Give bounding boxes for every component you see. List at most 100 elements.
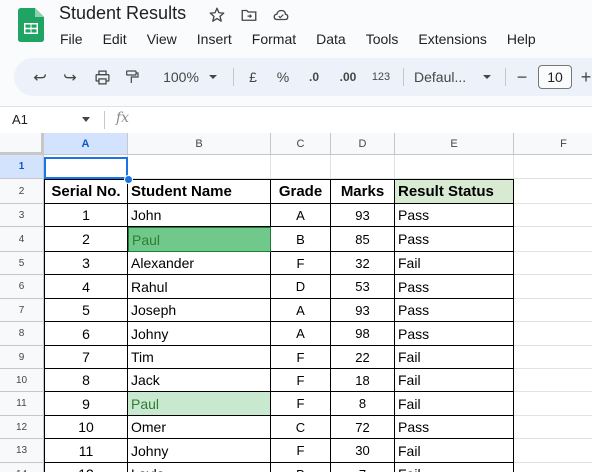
row-header-5[interactable]: 5	[0, 252, 44, 275]
cell-e1[interactable]	[395, 155, 514, 179]
row-header-1[interactable]: 1	[0, 155, 44, 179]
row-header-2[interactable]: 2	[0, 179, 44, 204]
row-header-8[interactable]: 8	[0, 322, 44, 346]
cell-serial[interactable]: 2	[44, 227, 128, 252]
cell-d1[interactable]	[331, 155, 395, 179]
currency-button[interactable]: £	[242, 58, 264, 96]
cell-grade[interactable]: C	[271, 416, 331, 439]
increase-decimal-button[interactable]: .00	[334, 58, 362, 96]
menu-help[interactable]: Help	[497, 30, 546, 48]
row-header-11[interactable]: 11	[0, 392, 44, 416]
menu-extensions[interactable]: Extensions	[408, 30, 496, 48]
cell-result-status[interactable]: Fail	[395, 369, 514, 392]
cell-marks[interactable]: 72	[331, 416, 395, 439]
cell-serial[interactable]: 12	[44, 463, 128, 472]
cell-result-status[interactable]: Fail	[395, 463, 514, 472]
cell-f6[interactable]	[514, 275, 592, 299]
cell-student-name[interactable]: Jack	[128, 369, 271, 392]
cell-serial[interactable]: 9	[44, 392, 128, 416]
paint-format-icon[interactable]	[120, 58, 144, 96]
cell-grade[interactable]: F	[271, 369, 331, 392]
cell-f3[interactable]	[514, 204, 592, 227]
column-header-a[interactable]: A	[44, 133, 128, 155]
cell-serial[interactable]: 1	[44, 204, 128, 227]
percent-button[interactable]: %	[272, 58, 294, 96]
menu-edit[interactable]: Edit	[93, 30, 137, 48]
cell-grade[interactable]: F	[271, 346, 331, 369]
cell-result-status[interactable]: Fail	[395, 346, 514, 369]
cell-marks[interactable]: 7	[331, 463, 395, 472]
cell-serial[interactable]: 3	[44, 252, 128, 275]
header-serial[interactable]: Serial No.	[44, 179, 128, 204]
cell-result-status[interactable]: Fail	[395, 252, 514, 275]
cell-grade[interactable]: B	[271, 463, 331, 472]
cell-f11[interactable]	[514, 392, 592, 416]
row-header-6[interactable]: 6	[0, 275, 44, 299]
cell-grade[interactable]: B	[271, 227, 331, 252]
move-folder-icon[interactable]	[239, 5, 259, 25]
star-icon[interactable]	[207, 5, 227, 25]
menu-tools[interactable]: Tools	[356, 30, 409, 48]
menu-insert[interactable]: Insert	[187, 30, 242, 48]
menu-data[interactable]: Data	[306, 30, 356, 48]
cell-result-status[interactable]: Pass	[395, 275, 514, 299]
column-header-d[interactable]: D	[331, 133, 395, 155]
cell-marks[interactable]: 8	[331, 392, 395, 416]
cell-f7[interactable]	[514, 299, 592, 322]
cell-student-name[interactable]: Johny	[128, 439, 271, 463]
cell-marks[interactable]: 22	[331, 346, 395, 369]
cell-grade[interactable]: F	[271, 439, 331, 463]
cell-student-name[interactable]: John	[128, 204, 271, 227]
cell-student-name[interactable]: Layla	[128, 463, 271, 472]
menu-format[interactable]: Format	[242, 30, 306, 48]
row-header-14[interactable]: 14	[0, 463, 44, 472]
cell-student-name[interactable]: Omer	[128, 416, 271, 439]
document-title[interactable]: Student Results	[59, 3, 186, 24]
header-student-name[interactable]: Student Name	[128, 179, 271, 204]
row-header-12[interactable]: 12	[0, 416, 44, 439]
cell-result-status[interactable]: Fail	[395, 439, 514, 463]
sheets-logo-icon[interactable]	[18, 8, 44, 42]
column-header-f[interactable]: F	[514, 133, 592, 155]
cell-student-name-duplicate[interactable]: Paul	[128, 227, 271, 252]
cell-result-status[interactable]: Pass	[395, 204, 514, 227]
cell-a1[interactable]	[44, 155, 128, 179]
cell-c1[interactable]	[271, 155, 331, 179]
header-result-status[interactable]: Result Status	[395, 179, 514, 204]
cell-f1[interactable]	[514, 155, 592, 179]
cell-marks[interactable]: 53	[331, 275, 395, 299]
cell-grade[interactable]: D	[271, 275, 331, 299]
chevron-down-icon[interactable]	[82, 117, 90, 122]
cell-marks[interactable]: 18	[331, 369, 395, 392]
name-box[interactable]: A1	[12, 112, 28, 127]
cell-student-name-duplicate[interactable]: Paul	[128, 392, 271, 416]
cell-result-status[interactable]: Fail	[395, 392, 514, 416]
row-header-3[interactable]: 3	[0, 204, 44, 227]
header-marks[interactable]: Marks	[331, 179, 395, 204]
cell-serial[interactable]: 10	[44, 416, 128, 439]
cell-f4[interactable]	[514, 227, 592, 252]
cloud-status-icon[interactable]	[271, 5, 291, 25]
cell-grade[interactable]: A	[271, 204, 331, 227]
column-header-e[interactable]: E	[395, 133, 514, 155]
cell-f9[interactable]	[514, 346, 592, 369]
cell-student-name[interactable]: Joseph	[128, 299, 271, 322]
cell-f5[interactable]	[514, 252, 592, 275]
row-header-10[interactable]: 10	[0, 369, 44, 392]
cell-serial[interactable]: 4	[44, 275, 128, 299]
cell-result-status[interactable]: Pass	[395, 299, 514, 322]
decrease-decimal-button[interactable]: .0	[302, 58, 326, 96]
cell-marks[interactable]: 30	[331, 439, 395, 463]
cell-f14[interactable]	[514, 463, 592, 472]
fill-handle[interactable]	[124, 175, 133, 184]
cell-grade[interactable]: F	[271, 392, 331, 416]
menu-file[interactable]: File	[50, 30, 93, 48]
cell-f13[interactable]	[514, 439, 592, 463]
number-format-button[interactable]: 123	[368, 58, 394, 96]
decrease-font-size-button[interactable]: −	[512, 58, 532, 96]
font-size-input[interactable]: 10	[538, 65, 572, 89]
print-icon[interactable]	[90, 58, 114, 96]
font-select[interactable]: Defaul...	[414, 58, 478, 96]
cell-student-name[interactable]: Alexander	[128, 252, 271, 275]
row-header-7[interactable]: 7	[0, 299, 44, 322]
